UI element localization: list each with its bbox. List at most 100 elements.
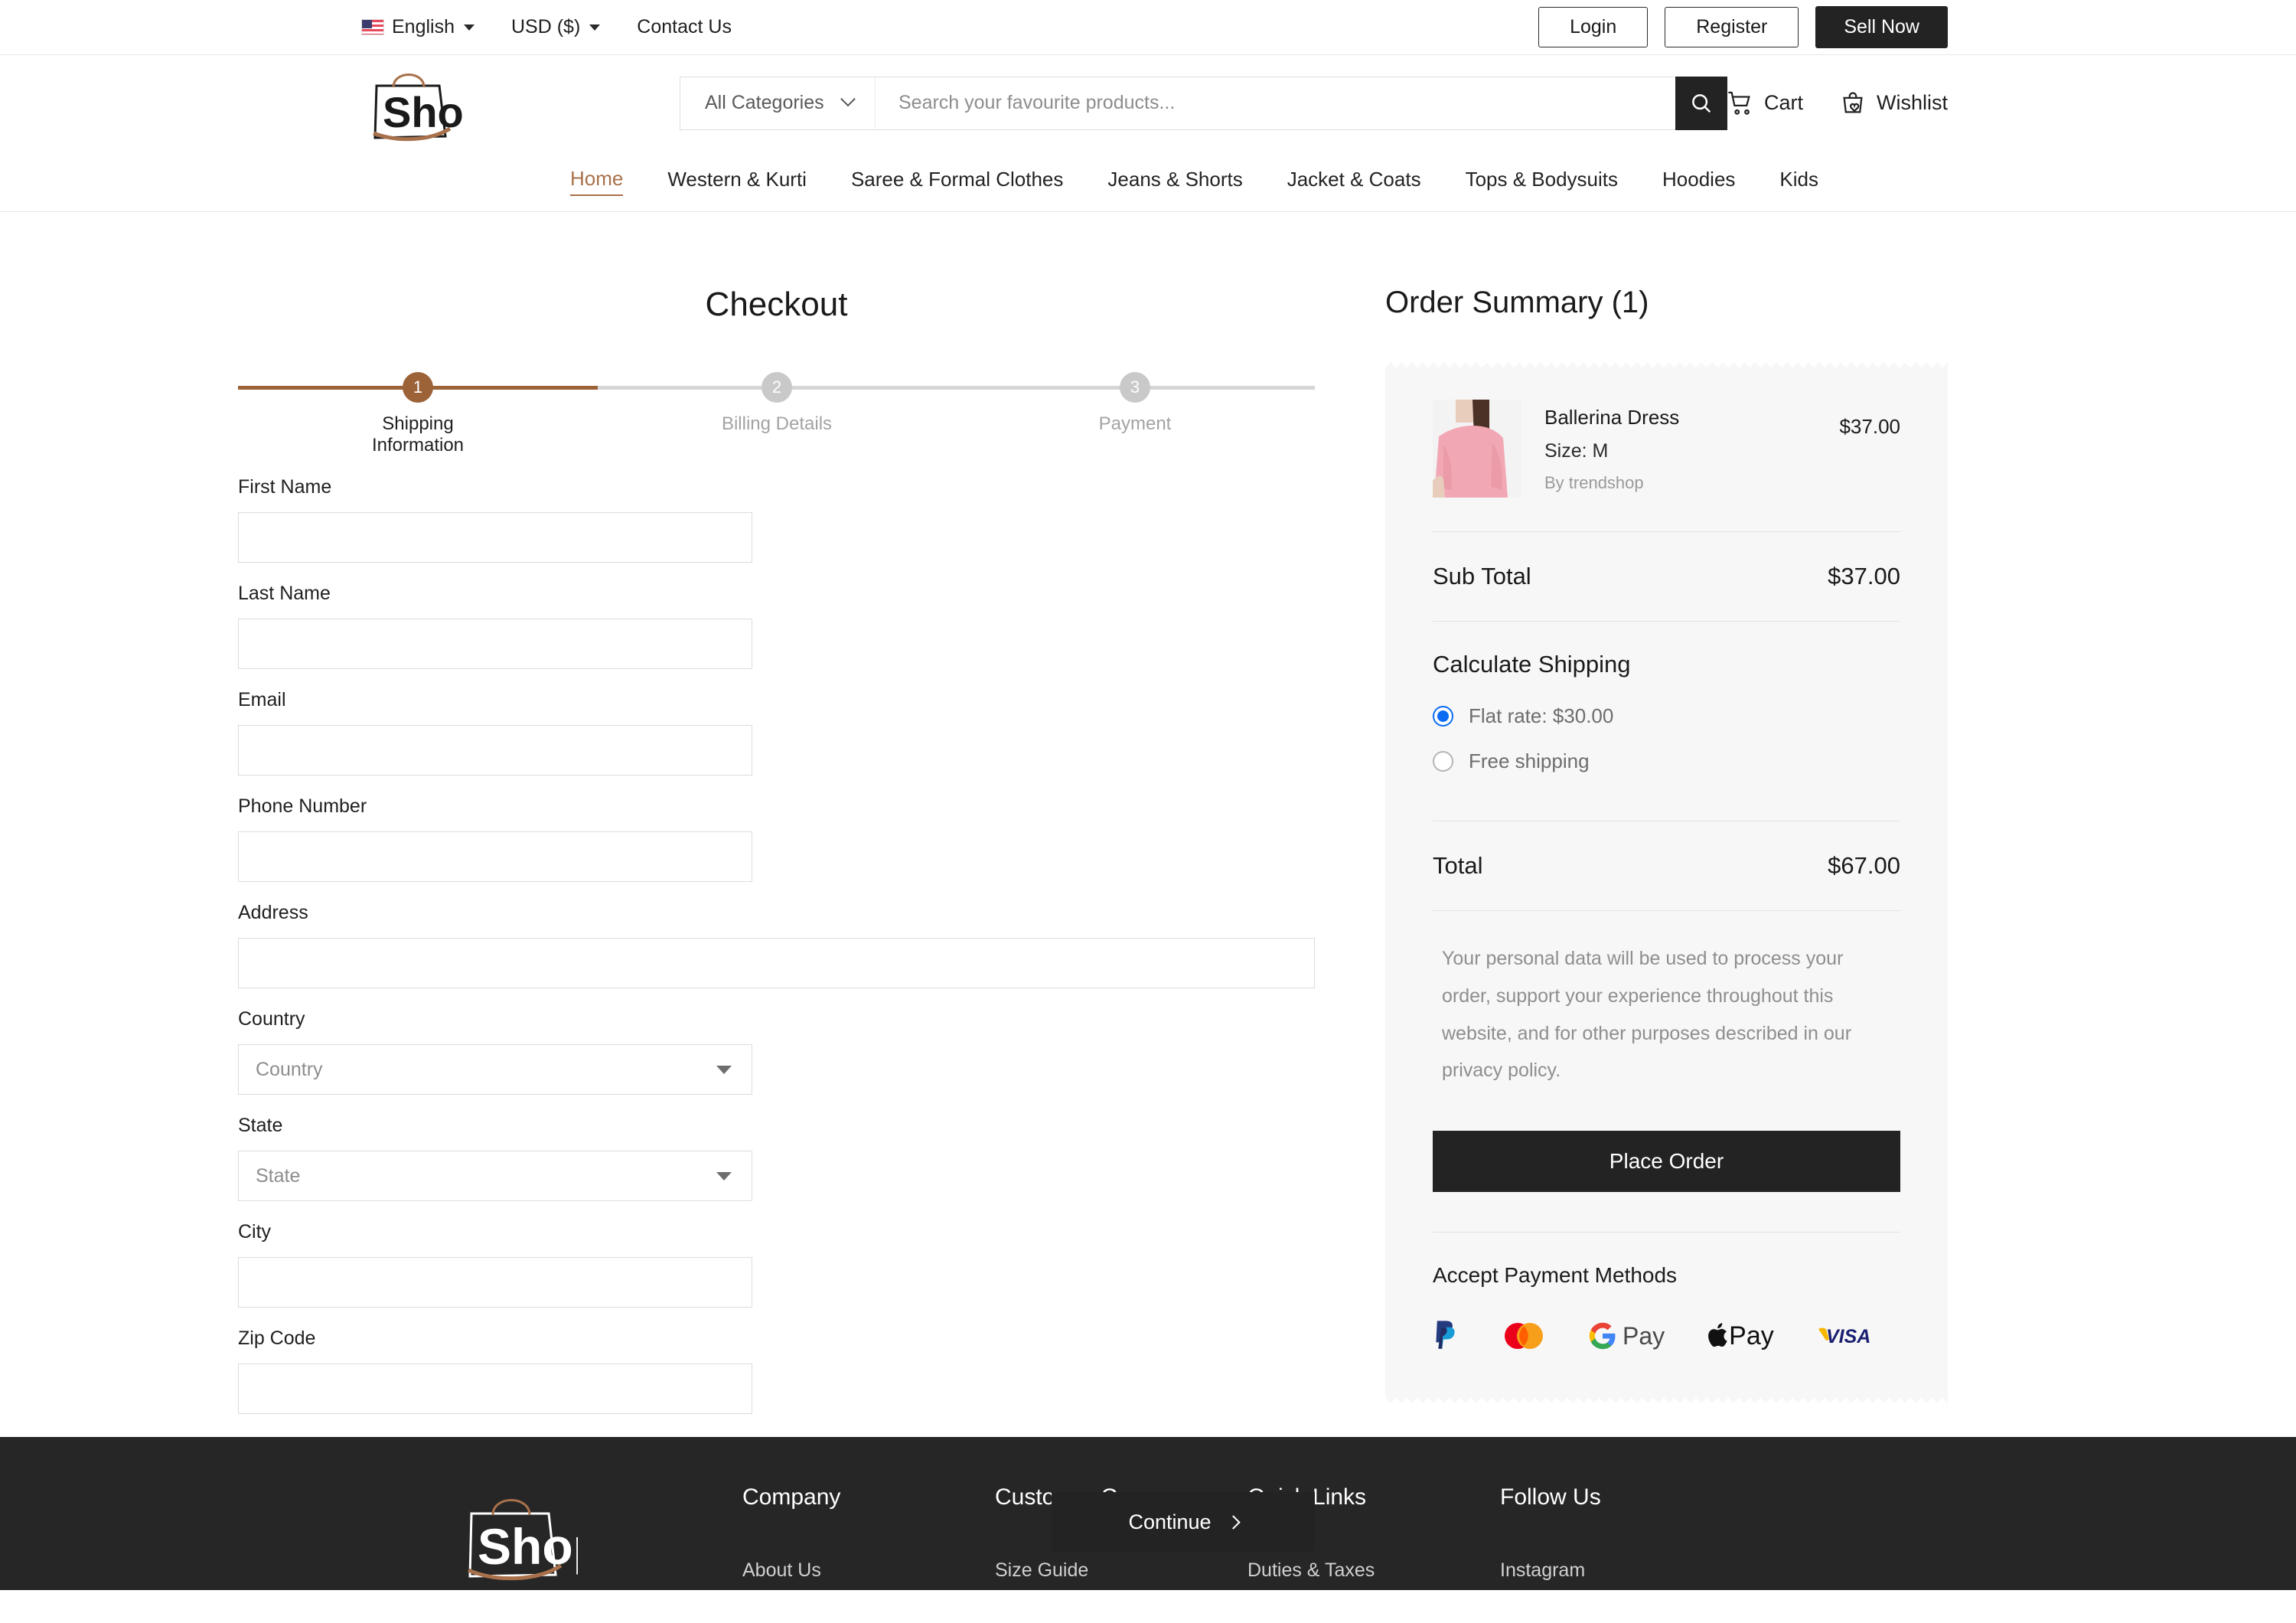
search-input[interactable] — [875, 77, 1675, 130]
order-item-row: Ballerina Dress Size: M By trendshop $37… — [1433, 400, 1900, 531]
step-label-billing: Billing Details — [708, 413, 846, 435]
phone-label: Phone Number — [238, 795, 752, 818]
nav-item-western-kurti[interactable]: Western & Kurti — [667, 168, 807, 195]
country-label: Country — [238, 1008, 752, 1030]
first-name-label: First Name — [238, 476, 752, 498]
product-size: Size: M — [1544, 440, 1816, 462]
contact-us-link[interactable]: Contact Us — [637, 16, 732, 38]
step-shipping-information[interactable]: 1 Shipping Information — [349, 364, 487, 456]
main-navigation: Home Western & Kurti Saree & Formal Clot… — [0, 151, 2296, 212]
chevron-right-icon — [1226, 1515, 1240, 1529]
product-price: $37.00 — [1839, 400, 1900, 439]
zip-code-field: Zip Code — [238, 1327, 752, 1414]
footer-link-size-guide[interactable]: Size Guide — [995, 1559, 1247, 1582]
svg-text:Shop: Shop — [478, 1518, 578, 1575]
utility-bar-left: English USD ($) Contact Us — [361, 16, 732, 38]
step-payment[interactable]: 3 Payment — [1066, 364, 1204, 435]
zip-code-label: Zip Code — [238, 1327, 752, 1350]
city-input[interactable] — [238, 1257, 752, 1308]
footer-link-about-us[interactable]: About Us — [742, 1559, 995, 1582]
nav-item-home[interactable]: Home — [570, 167, 623, 196]
footer-link-duties-taxes[interactable]: Duties & Taxes — [1247, 1559, 1500, 1582]
last-name-label: Last Name — [238, 583, 752, 605]
step-label-shipping: Shipping Information — [349, 413, 487, 456]
sell-now-button[interactable]: Sell Now — [1815, 6, 1948, 48]
step-billing-details[interactable]: 2 Billing Details — [708, 364, 846, 435]
shipping-option-flat-rate[interactable]: Flat rate: $30.00 — [1433, 704, 1900, 728]
cart-link[interactable]: Cart — [1727, 90, 1803, 116]
google-pay-icon: Pay — [1589, 1322, 1665, 1350]
continue-button-label: Continue — [1128, 1510, 1211, 1534]
address-input[interactable] — [238, 938, 1315, 988]
zip-code-input[interactable] — [238, 1363, 752, 1414]
continue-row: Continue — [238, 1492, 1315, 1552]
nav-item-kids[interactable]: Kids — [1779, 168, 1818, 195]
search-submit-button[interactable] — [1675, 77, 1727, 130]
total-value: $67.00 — [1828, 852, 1900, 880]
svg-text:VISA: VISA — [1826, 1326, 1870, 1347]
radio-icon-unselected[interactable] — [1433, 751, 1453, 772]
currency-selector[interactable]: USD ($) — [511, 16, 600, 38]
shop-logo[interactable]: Shop — [360, 63, 463, 143]
state-field: State State — [238, 1115, 752, 1201]
email-label: Email — [238, 689, 752, 711]
email-field: Email — [238, 689, 752, 776]
language-label: English — [392, 16, 455, 38]
nav-item-saree-formal-clothes[interactable]: Saree & Formal Clothes — [851, 168, 1063, 195]
header-actions: Cart Wishlist — [1727, 90, 1948, 116]
email-input[interactable] — [238, 725, 752, 776]
calculate-shipping-title: Calculate Shipping — [1433, 651, 1900, 678]
apple-pay-icon: Pay — [1707, 1321, 1774, 1351]
nav-item-jacket-coats[interactable]: Jacket & Coats — [1287, 168, 1421, 195]
order-summary-title: Order Summary (1) — [1385, 286, 1948, 320]
wishlist-bag-heart-icon — [1840, 90, 1866, 116]
order-summary-column: Order Summary (1) Ballerina Dress — [1385, 212, 1948, 1437]
divider — [1433, 1232, 1900, 1233]
radio-icon-selected[interactable] — [1433, 706, 1453, 727]
city-field: City — [238, 1221, 752, 1308]
product-thumbnail — [1433, 400, 1521, 498]
chevron-down-icon — [840, 91, 856, 106]
footer-column-title: Follow Us — [1500, 1484, 1753, 1510]
site-header: Shop All Categories Cart — [0, 55, 2296, 151]
shipping-option-free-shipping[interactable]: Free shipping — [1433, 749, 1900, 773]
step-number-1: 1 — [403, 372, 433, 403]
paypal-icon — [1433, 1320, 1459, 1352]
nav-item-hoodies[interactable]: Hoodies — [1662, 168, 1735, 195]
nav-item-tops-bodysuits[interactable]: Tops & Bodysuits — [1466, 168, 1618, 195]
product-name[interactable]: Ballerina Dress — [1544, 406, 1816, 429]
footer-shop-logo[interactable]: Shop — [452, 1484, 578, 1584]
accept-payment-methods-title: Accept Payment Methods — [1433, 1263, 1900, 1288]
calculate-shipping-block: Calculate Shipping Flat rate: $30.00 Fre… — [1433, 622, 1900, 821]
phone-field: Phone Number — [238, 795, 752, 882]
footer-link-instagram[interactable]: Instagram — [1500, 1559, 1753, 1582]
login-button[interactable]: Login — [1538, 7, 1648, 47]
nav-item-jeans-shorts[interactable]: Jeans & Shorts — [1107, 168, 1242, 195]
country-select[interactable]: Country — [238, 1044, 752, 1095]
phone-input[interactable] — [238, 831, 752, 882]
city-label: City — [238, 1221, 752, 1243]
step-number-2: 2 — [762, 372, 792, 403]
wishlist-link[interactable]: Wishlist — [1840, 90, 1948, 116]
state-select[interactable]: State — [238, 1151, 752, 1201]
cart-icon — [1727, 90, 1753, 116]
total-row: Total $67.00 — [1433, 821, 1900, 910]
accept-payment-methods-section: Accept Payment Methods — [1433, 1232, 1900, 1352]
privacy-notice: Your personal data will be used to proce… — [1433, 911, 1900, 1089]
first-name-input[interactable] — [238, 512, 752, 563]
search-icon — [1690, 92, 1713, 115]
category-dropdown[interactable]: All Categories — [680, 77, 875, 130]
first-name-field: First Name — [238, 476, 752, 563]
language-selector[interactable]: English — [361, 16, 475, 38]
last-name-input[interactable] — [238, 619, 752, 669]
register-button[interactable]: Register — [1665, 7, 1799, 47]
page-title: Checkout — [238, 286, 1315, 324]
payment-methods-list: Pay Pay VISA — [1433, 1320, 1900, 1352]
place-order-button[interactable]: Place Order — [1433, 1131, 1900, 1192]
checkout-page: Checkout 1 Shipping Information 2 Billin… — [0, 212, 2296, 1437]
continue-button[interactable]: Continue — [1052, 1492, 1315, 1552]
checkout-stepper: 1 Shipping Information 2 Billing Details… — [238, 364, 1315, 444]
order-summary-card: Ballerina Dress Size: M By trendshop $37… — [1385, 357, 1948, 1409]
utility-bar: English USD ($) Contact Us Login Registe… — [0, 0, 2296, 55]
subtotal-label: Sub Total — [1433, 563, 1531, 590]
